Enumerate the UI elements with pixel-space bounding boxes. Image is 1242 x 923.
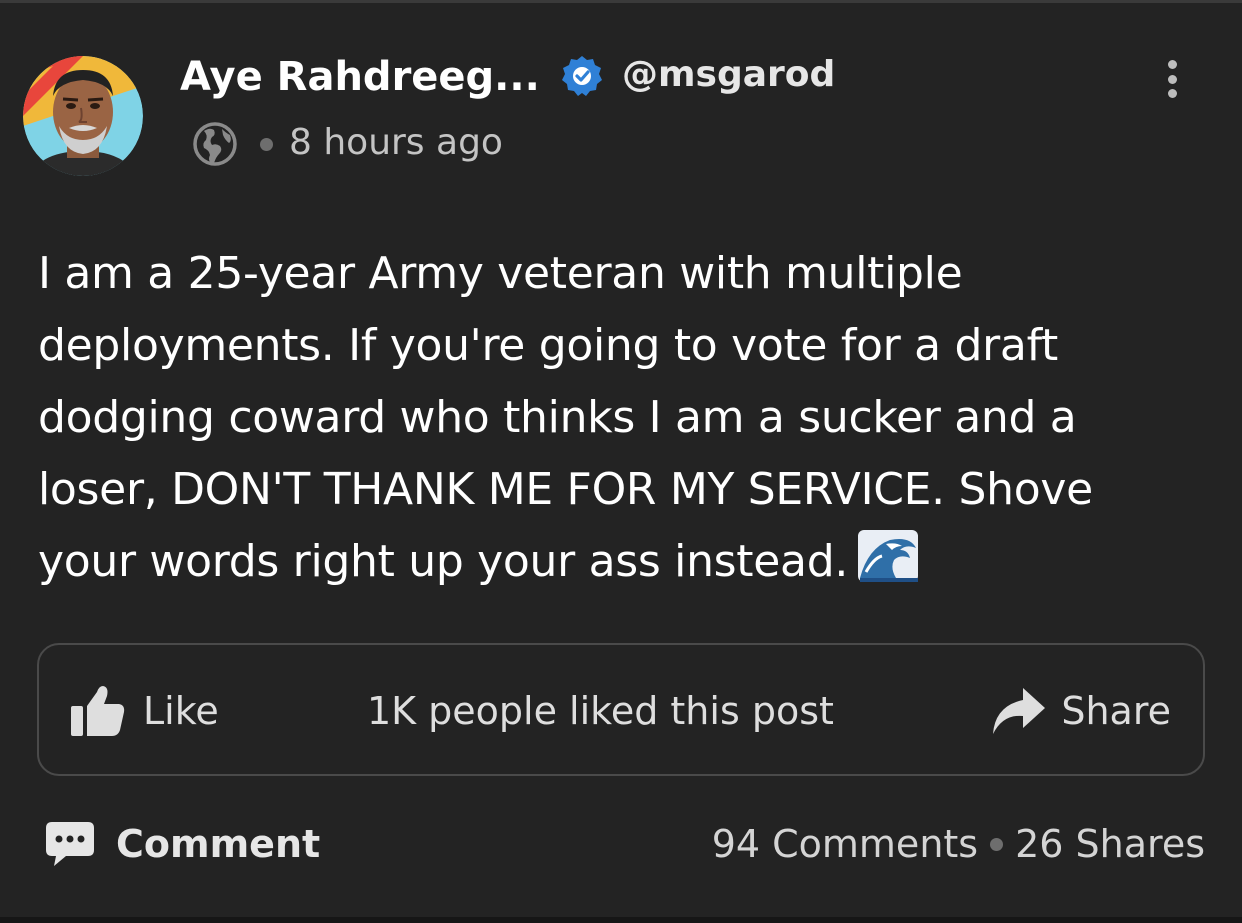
more-dot-icon xyxy=(1167,89,1177,98)
stats-separator xyxy=(990,837,1004,851)
share-arrow-icon xyxy=(993,688,1046,734)
verified-badge-icon xyxy=(562,56,602,96)
likes-summary[interactable]: 1K people liked this post xyxy=(367,675,834,747)
like-button[interactable]: Like xyxy=(69,675,219,747)
author-name[interactable]: Aye Rahdreeg... xyxy=(180,52,540,102)
shares-count[interactable]: 26 Shares xyxy=(1015,822,1205,866)
more-options-button[interactable] xyxy=(1154,54,1190,104)
post-timestamp: 8 hours ago xyxy=(289,122,503,163)
author-avatar[interactable] xyxy=(23,56,143,176)
post-body-line-last: your words right up your ass instead. xyxy=(38,526,1218,598)
top-divider xyxy=(0,0,1242,3)
author-handle[interactable]: @msgarod xyxy=(622,52,835,98)
comment-bubble-icon xyxy=(46,822,94,866)
post-body-line: loser, DON'T THANK ME FOR MY SERVICE. Sh… xyxy=(38,464,1093,515)
post-body-line: your words right up your ass instead. xyxy=(38,536,849,587)
more-dot-icon xyxy=(1167,60,1177,69)
post-body-line: I am a 25-year Army veteran with multipl… xyxy=(38,248,963,299)
more-dot-icon xyxy=(1167,74,1177,84)
comment-label: Comment xyxy=(116,822,321,866)
comment-button[interactable]: Comment xyxy=(44,812,320,876)
meta-separator xyxy=(260,138,273,151)
post-body-line: dodging coward who thinks I am a sucker … xyxy=(38,392,1077,443)
post-body-line: deployments. If you're going to vote for… xyxy=(38,320,1058,371)
bottom-divider xyxy=(0,917,1242,923)
globe-icon xyxy=(193,122,237,166)
share-label: Share xyxy=(1061,689,1171,733)
water-wave-emoji-icon xyxy=(858,530,919,582)
post-body: I am a 25-year Army veteran with multipl… xyxy=(38,238,1218,598)
avatar-portrait-icon xyxy=(23,56,143,176)
thumbs-up-icon xyxy=(71,686,125,736)
post-stats: 94 Comments 26 Shares xyxy=(712,812,1205,876)
share-button[interactable]: Share xyxy=(989,675,1171,747)
comments-count[interactable]: 94 Comments xyxy=(712,822,978,866)
reaction-bar: Like 1K people liked this post Share xyxy=(37,643,1205,776)
like-label: Like xyxy=(143,689,219,733)
